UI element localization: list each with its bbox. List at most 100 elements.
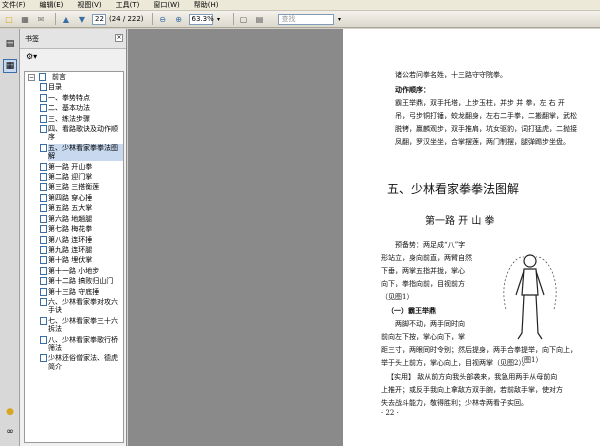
bookmark-label: 目录 [48,83,62,92]
comments-icon[interactable]: ● [3,405,17,419]
bookmark-label: 三、练法步骤 [48,114,90,123]
chapter-title: 五、少林看家拳拳法图解 [387,182,520,196]
bookmark-page-icon [40,335,47,344]
bookmark-label: 五、少林看家拳拳法图解 [48,143,123,161]
navigation-strip: ▤ ▦ ● ∞ [0,29,20,446]
bookmark-item[interactable]: 第十路 埋伏掌 [25,255,123,265]
zoom-in-icon[interactable]: ⊕ [173,13,185,25]
bookmark-item[interactable]: 第八路 连环捶 [25,235,123,245]
page-number: · 22 · [381,409,399,417]
move-line: 前向左下按，掌心向下，掌 [381,333,465,341]
bookmark-page-icon [40,125,47,134]
bookmark-label: 第十二路 搞败归山门 [48,277,114,286]
page-down-icon[interactable]: ▼ [76,13,88,25]
usage-line: 【实用】 敌从前方向我头部袭来，我急用两手从母前向 [387,373,558,381]
bookmark-item[interactable]: 七、少林看家拳三十六拆法 [25,316,123,335]
page-number-input[interactable]: 22 [92,13,106,25]
menu-file[interactable]: 文件(F) [2,0,26,10]
menu-window[interactable]: 窗口(W) [153,0,179,10]
bookmark-label: 八、少林看家拳歌行桥筛法 [48,335,118,352]
bookmark-item[interactable]: 一、拳势特点 [25,93,123,103]
bookmark-item[interactable]: 六、少林看家拳对攻六手诀 [25,297,123,316]
bookmark-item[interactable]: 二、基本功法 [25,103,123,113]
panel-header: 书签 × [20,29,126,49]
bookmark-item[interactable]: 第六路 地趟腿 [25,214,123,224]
prep-line: 下垂，两掌五指并拢，掌心 [381,267,465,275]
martial-figure-illustration [503,254,557,340]
bookmark-item[interactable]: 第十二路 搞败归山门 [25,276,123,286]
bookmark-label: 第六路 地趟腿 [48,214,93,223]
bookmark-item[interactable]: 第二路 迎门掌 [25,172,123,182]
zoom-input[interactable]: 63.3% [188,13,214,25]
attachment-icon[interactable]: ∞ [3,425,17,439]
bookmark-item[interactable]: 第九路 连环腿 [25,245,123,255]
bookmark-item[interactable]: 第十三路 守底捶 [25,287,123,297]
bookmark-label: 第一路 开山拳 [48,162,93,171]
collapse-icon[interactable]: − [28,74,35,81]
menu-view[interactable]: 视图(V) [77,0,101,10]
bookmark-item[interactable]: 第三路 三搭衡莲 [25,182,123,192]
bookmark-page-icon [40,104,47,113]
bookmark-item[interactable]: 第十一路 小地步 [25,266,123,276]
figure-caption: （图1） [517,356,543,364]
bookmark-item[interactable]: − 前言 [25,72,123,82]
bookmark-item[interactable]: 八、少林看家拳歌行桥筛法 [25,335,123,354]
zoom-out-icon[interactable]: ⊖ [157,13,169,25]
bookmarks-panel: 书签 × ⚙▾ − 前言目录 一、拳势特点 二、基本功法 三、练法步骤 四、看路歌诀及动作… [20,29,127,446]
open-folder-icon[interactable]: □ [3,13,15,25]
fit-width-icon[interactable]: ▤ [254,13,266,25]
bookmark-item[interactable]: 目录 [25,82,123,92]
chevron-down-icon[interactable]: ▾ [334,13,346,25]
move-line: 举于头上前方，掌心向上，目视两掌（见图2）。 [381,359,529,367]
menu-help[interactable]: 帮助(H) [194,0,219,10]
bookmark-page-icon [40,316,47,325]
bookmark-list: − 前言目录 一、拳势特点 二、基本功法 三、练法步骤 四、看路歌诀及动作顺序 五、少林看家… [24,71,124,443]
menu-tools[interactable]: 工具(T) [116,0,140,10]
bookmark-label: 第八路 连环捶 [48,235,93,244]
bookmark-page-icon [40,287,47,296]
page-up-icon[interactable]: ▲ [60,13,72,25]
verse-line: 诸公若问拳名姓，十三路守守院拳。 [395,71,507,79]
pages-panel-icon[interactable]: ▤ [3,37,17,51]
bookmark-page-icon [40,83,47,92]
bookmark-item[interactable]: 第五路 五大掌 [25,203,123,213]
toolbar: □ ▦ ✉ ▲ ▼ 22 (24 / 222) ⊖ ⊕ 63.3% ▾ ▢ ▤ … [0,11,600,28]
bookmark-page-icon [40,204,47,213]
bookmark-page-icon [40,297,47,306]
bookmark-item[interactable]: 少林还俗僧家法、德虎简介 [25,353,123,372]
bookmark-page-icon [40,354,47,363]
bookmark-item[interactable]: 第一路 开山拳 [25,162,123,172]
bookmark-page-icon [40,235,47,244]
bookmark-label: 第九路 连环腿 [48,245,93,254]
bookmark-item[interactable]: 四、看路歌诀及动作顺序 [25,124,123,143]
bookmark-page-icon [40,225,47,234]
menu-edit[interactable]: 编辑(E) [40,0,64,10]
options-icon[interactable]: ⚙▾ [26,52,37,61]
bookmark-label: 七、少林看家拳三十六拆法 [48,316,118,334]
print-icon[interactable]: ▦ [19,13,31,25]
email-icon[interactable]: ✉ [35,13,47,25]
bookmark-page-icon [40,277,47,286]
bookmark-label: 第三路 三搭衡莲 [48,183,100,192]
bookmark-label: 前言 [52,73,66,81]
bookmark-item[interactable]: 第四路 穿心捶 [25,193,123,203]
prep-line: 形站立，身向前直，两臂自然 [381,254,472,262]
bookmark-item[interactable]: 第七路 梅花拳 [25,224,123,234]
bookmark-item[interactable]: 五、少林看家拳拳法图解 [25,143,123,162]
prep-line: 预备势：两足成“八”字 [395,241,466,249]
toolbar-separator [151,13,153,25]
document-page: 诸公若问拳名姓，十三路守守院拳。 动作顺序： 霸王举鼎，双手托塔，上步玉柱，并步… [343,29,600,446]
usage-line: 上推开；或反手我向上拿敌方双手腕，若前敌手掌，使对方 [381,386,563,394]
bookmark-label: 第十路 埋伏掌 [48,256,93,265]
document-view[interactable]: 诸公若问拳名姓，十三路守守院拳。 动作顺序： 霸王举鼎，双手托塔，上步玉柱，并步… [128,29,600,446]
bookmarks-panel-icon[interactable]: ▦ [3,59,17,73]
bookmark-page-icon [40,114,47,123]
close-icon[interactable]: × [115,34,123,42]
bookmark-page-icon [40,93,47,102]
bookmark-item[interactable]: 三、练法步骤 [25,114,123,124]
bookmark-label: 第七路 梅花拳 [48,225,93,234]
chevron-down-icon[interactable]: ▾ [213,13,225,25]
bookmark-label: 第四路 穿心捶 [48,193,93,202]
search-input[interactable]: 查找 [277,13,334,25]
fit-page-icon[interactable]: ▢ [238,13,250,25]
